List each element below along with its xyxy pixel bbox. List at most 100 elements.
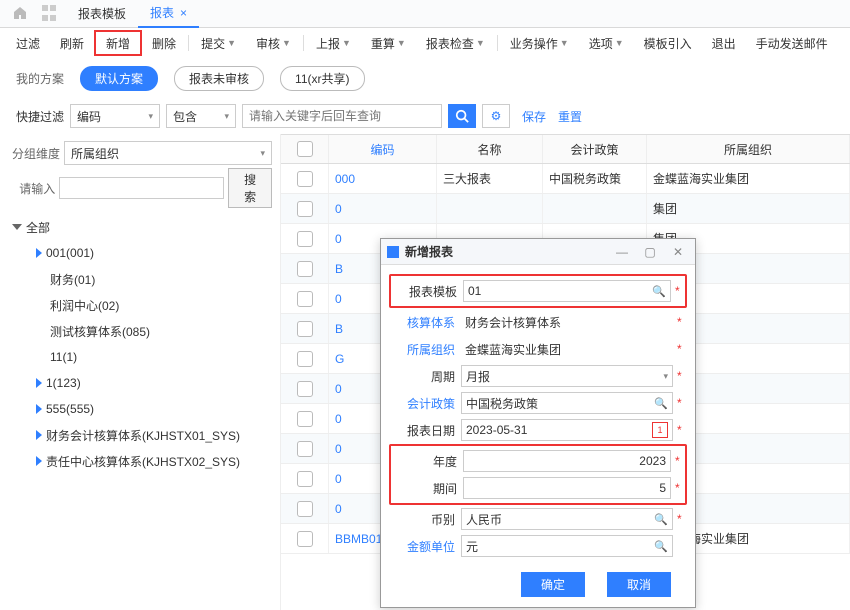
policy-input[interactable]: 中国税务政策🔍	[461, 392, 673, 414]
scheme-unaudited[interactable]: 报表未审核	[174, 66, 264, 91]
chevron-down-icon: ▾	[663, 371, 668, 382]
field-select[interactable]: 编码▾	[70, 104, 160, 128]
biz-button[interactable]: 业务操作▼	[500, 30, 579, 56]
ok-button[interactable]: 确定	[521, 572, 585, 597]
recalc-button[interactable]: 重算▼	[361, 30, 416, 56]
lbl-org: 所属组织	[391, 341, 461, 358]
scheme-shared[interactable]: 11(xr共享)	[280, 66, 364, 91]
close-icon[interactable]: ×	[180, 6, 187, 20]
chevron-down-icon: ▼	[342, 38, 351, 48]
apps-icon[interactable]	[42, 5, 60, 23]
filter-button[interactable]: 过滤	[6, 30, 50, 56]
check-button[interactable]: 报表检查▼	[416, 30, 495, 56]
col-check	[281, 135, 329, 163]
tree-node[interactable]: 11(1)	[8, 344, 272, 370]
checkbox[interactable]	[297, 321, 313, 337]
checkbox[interactable]	[297, 471, 313, 487]
chevron-down-icon: ▾	[224, 111, 229, 122]
dialog-titlebar[interactable]: 新增报表 — ▢ ✕	[381, 239, 695, 265]
dialog-buttons: 确定 取消	[381, 566, 695, 607]
calendar-icon[interactable]: 1	[652, 422, 668, 438]
chevron-right-icon	[36, 430, 42, 440]
tree-search-input[interactable]	[59, 177, 224, 199]
checkbox[interactable]	[297, 291, 313, 307]
delete-button[interactable]: 删除	[142, 30, 186, 56]
chevron-down-icon: ▼	[397, 38, 406, 48]
cycle-select[interactable]: 月报▾	[461, 365, 673, 387]
checkbox[interactable]	[297, 501, 313, 517]
checkbox[interactable]	[297, 201, 313, 217]
dim-select[interactable]: 所属组织▾	[64, 141, 272, 165]
submit-button[interactable]: 提交▼	[191, 30, 246, 56]
checkbox[interactable]	[297, 231, 313, 247]
checkbox[interactable]	[297, 171, 313, 187]
tree-node[interactable]: 555(555)	[8, 396, 272, 422]
checkbox[interactable]	[297, 441, 313, 457]
checkbox[interactable]	[297, 531, 313, 547]
checkbox[interactable]	[297, 351, 313, 367]
search-icon[interactable]: 🔍	[652, 285, 666, 298]
tree-node[interactable]: 利润中心(02)	[8, 292, 272, 318]
date-input[interactable]: 2023-05-311	[461, 419, 673, 441]
col-name[interactable]: 名称	[437, 135, 543, 163]
home-icon[interactable]	[12, 5, 30, 23]
search-icon[interactable]: 🔍	[654, 397, 668, 410]
options-button[interactable]: 选项▼	[579, 30, 634, 56]
tab-report[interactable]: 报表×	[138, 0, 199, 28]
period-input[interactable]: 5	[463, 477, 671, 499]
col-policy[interactable]: 会计政策	[543, 135, 647, 163]
org-value: 金蝶蓝海实业集团	[461, 338, 673, 360]
tree-node[interactable]: 1(123)	[8, 370, 272, 396]
report-button[interactable]: 上报▼	[306, 30, 361, 56]
tree-node[interactable]: 责任中心核算体系(KJHSTX02_SYS)	[8, 448, 272, 474]
chevron-down-icon: ▼	[476, 38, 485, 48]
lbl-currency: 币别	[391, 511, 461, 528]
tree-search-button[interactable]: 搜索	[228, 168, 272, 208]
separator	[303, 35, 304, 51]
reset-link[interactable]: 重置	[558, 108, 582, 125]
row-check	[281, 194, 329, 223]
mail-button[interactable]: 手动发送邮件	[746, 30, 838, 56]
cancel-button[interactable]: 取消	[607, 572, 671, 597]
op-select[interactable]: 包含▾	[166, 104, 236, 128]
row-check	[281, 164, 329, 193]
cell-code[interactable]: 000	[329, 164, 437, 193]
add-button[interactable]: 新增	[94, 30, 142, 56]
col-org[interactable]: 所属组织	[647, 135, 850, 163]
keyword-input[interactable]	[242, 104, 442, 128]
currency-input[interactable]: 人民币🔍	[461, 508, 673, 530]
cell-code[interactable]: 0	[329, 194, 437, 223]
tree-node[interactable]: 财务会计核算体系(KJHSTX01_SYS)	[8, 422, 272, 448]
exit-button[interactable]: 退出	[702, 30, 746, 56]
close-icon[interactable]: ✕	[667, 245, 689, 259]
checkbox[interactable]	[297, 381, 313, 397]
table-row[interactable]: 0集团	[281, 194, 850, 224]
checkbox[interactable]	[297, 141, 313, 157]
save-link[interactable]: 保存	[522, 108, 546, 125]
gear-icon[interactable]: ⚙	[482, 104, 510, 128]
refresh-button[interactable]: 刷新	[50, 30, 94, 56]
tree-node[interactable]: 测试核算体系(085)	[8, 318, 272, 344]
toolbar: 过滤 刷新 新增 删除 提交▼ 审核▼ 上报▼ 重算▼ 报表检查▼ 业务操作▼ …	[0, 28, 850, 58]
checkbox[interactable]	[297, 411, 313, 427]
row-check	[281, 224, 329, 253]
chevron-down-icon: ▼	[615, 38, 624, 48]
table-row[interactable]: 000三大报表中国税务政策金蝶蓝海实业集团	[281, 164, 850, 194]
tree-node[interactable]: 财务(01)	[8, 266, 272, 292]
scheme-default[interactable]: 默认方案	[80, 66, 158, 91]
search-icon[interactable]: 🔍	[654, 513, 668, 526]
import-button[interactable]: 模板引入	[634, 30, 702, 56]
template-input[interactable]: 01🔍	[463, 280, 671, 302]
search-icon[interactable]: 🔍	[654, 540, 668, 553]
minimize-icon[interactable]: —	[611, 245, 633, 259]
maximize-icon[interactable]: ▢	[639, 245, 661, 259]
col-code[interactable]: 编码	[329, 135, 437, 163]
search-icon[interactable]	[448, 104, 476, 128]
checkbox[interactable]	[297, 261, 313, 277]
year-input[interactable]: 2023	[463, 450, 671, 472]
tab-template[interactable]: 报表模板	[66, 0, 138, 28]
unit-input[interactable]: 元🔍	[461, 535, 673, 557]
audit-button[interactable]: 审核▼	[246, 30, 301, 56]
tree-node[interactable]: 001(001)	[8, 240, 272, 266]
tree-node-all[interactable]: 全部	[8, 214, 272, 240]
